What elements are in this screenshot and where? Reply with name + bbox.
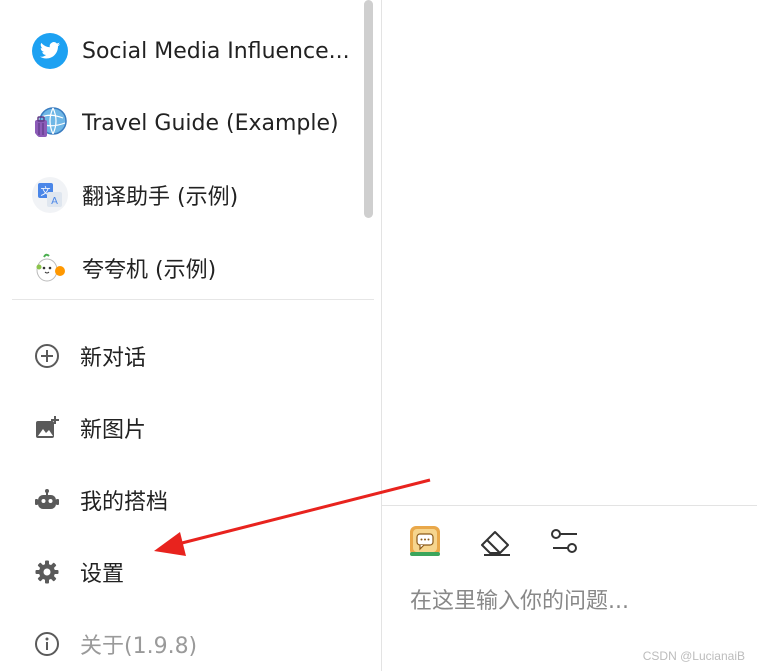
- info-icon: [34, 631, 60, 657]
- svg-text:A: A: [51, 196, 58, 207]
- watermark: CSDN @LucianaiB: [642, 649, 745, 663]
- add-image-icon: [34, 415, 60, 441]
- settings-sliders-icon: [550, 526, 580, 556]
- eraser-icon: [478, 525, 512, 557]
- prompt-library-button[interactable]: [408, 524, 442, 558]
- bot-item-travel-guide[interactable]: Travel Guide (Example): [32, 105, 339, 141]
- new-image-button[interactable]: 新图片: [34, 412, 146, 444]
- new-chat-button[interactable]: 新对话: [34, 340, 146, 372]
- bot-item-praise-bot[interactable]: 夸夸机 (示例): [32, 250, 216, 286]
- clear-context-button[interactable]: [478, 524, 512, 558]
- bot-label: 翻译助手 (示例): [82, 185, 239, 210]
- twitter-bird-icon: [32, 33, 68, 69]
- bot-label: 夸夸机 (示例): [82, 258, 217, 283]
- nav-label: 我的搭档: [80, 490, 169, 515]
- about-button[interactable]: 关于(1.9.8): [34, 628, 197, 660]
- sidebar: Social Media Influence... Travel Guide (…: [0, 0, 382, 671]
- my-partners-button[interactable]: 我的搭档: [34, 484, 168, 516]
- nav-label: 新图片: [80, 418, 147, 443]
- robot-icon: [34, 487, 60, 513]
- globe-luggage-icon: [32, 105, 68, 141]
- nav-label: 设置: [80, 562, 125, 587]
- sidebar-scrollbar[interactable]: [364, 0, 373, 218]
- nav-label: 关于(1.9.8): [80, 634, 198, 659]
- bot-item-translator[interactable]: 文 A 翻译助手 (示例): [32, 177, 238, 213]
- nav-label: 新对话: [80, 346, 147, 371]
- bot-item-social-media[interactable]: Social Media Influence...: [32, 33, 350, 69]
- settings-button[interactable]: 设置: [34, 556, 124, 588]
- chat-main: [382, 0, 757, 671]
- chat-input[interactable]: [410, 586, 730, 616]
- chat-settings-button[interactable]: [548, 524, 582, 558]
- composer: [382, 505, 757, 671]
- bot-label: Social Media Influence...: [82, 38, 350, 64]
- bot-label: Travel Guide (Example): [82, 110, 339, 136]
- gear-icon: [34, 559, 60, 585]
- cute-mascot-icon: [32, 250, 68, 286]
- prompt-library-icon: [409, 525, 441, 557]
- sidebar-divider: [12, 299, 374, 300]
- plus-circle-icon: [34, 343, 60, 369]
- translate-icon: 文 A: [32, 177, 68, 213]
